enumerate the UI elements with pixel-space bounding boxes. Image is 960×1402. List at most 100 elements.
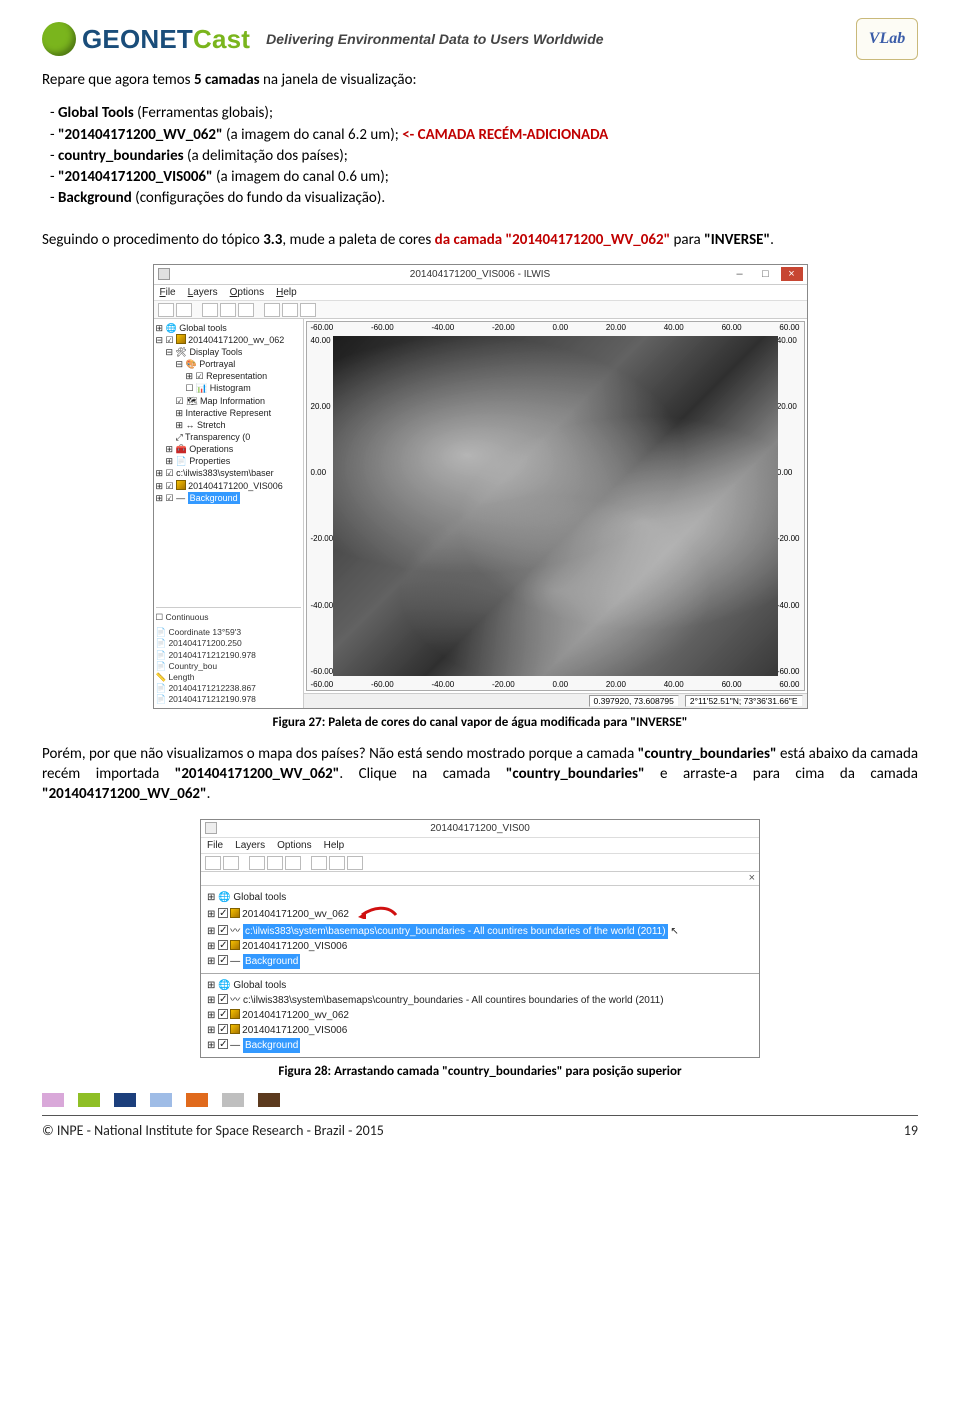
tagline: Delivering Environmental Data to Users W… (266, 31, 603, 47)
tool-icon[interactable] (223, 856, 239, 870)
satellite-image (333, 336, 778, 676)
ilwis-window: 201404171200_VIS006 - ILWIS – □ × File L… (153, 264, 808, 709)
tree-node: ⊞ ☑ Representation (156, 370, 301, 382)
map-canvas[interactable]: -60.00-60.00-40.00-20.000.0020.0040.0060… (306, 321, 805, 691)
menu-file[interactable]: File (207, 840, 223, 851)
swatch-icon (42, 1093, 64, 1107)
ilwis2-toolbar (201, 854, 759, 872)
brand-net: NET (140, 24, 193, 54)
brand-text: GEONETCast (82, 24, 250, 55)
cursor-icon: ↖ (668, 926, 679, 937)
map-panel: -60.00-60.00-40.00-20.000.0020.0040.0060… (304, 319, 807, 708)
tool-icon[interactable] (249, 856, 265, 870)
tool-icon[interactable] (176, 303, 192, 317)
tool-icon[interactable] (220, 303, 236, 317)
menu-options[interactable]: Options (277, 840, 311, 851)
sidebar-info: ☐ Continuous 📄 Coordinate 13°59'3 📄 2014… (156, 607, 301, 704)
close-icon[interactable]: × (749, 872, 755, 884)
tool-icon[interactable] (329, 856, 345, 870)
tree-node: ⊞ Interactive Represent (156, 407, 301, 419)
tool-icon[interactable] (267, 856, 283, 870)
menu-layers[interactable]: Layers (188, 287, 218, 298)
doc-header: GEONETCast Delivering Environmental Data… (42, 18, 918, 60)
tree-node: ☑ 🗺 Map Information (156, 395, 301, 407)
tool-icon[interactable] (282, 303, 298, 317)
color-swatches (42, 1093, 918, 1107)
figure-28-caption: Figura 28: Arrastando camada "country_bo… (42, 1064, 918, 1079)
brand-cast: Cast (193, 24, 250, 54)
status-bar: 0.397920, 73.608795 2°11'52.51"N; 73°36'… (304, 693, 807, 708)
axis-y-left: 40.0020.000.00-20.00-40.00-60.00 (311, 336, 334, 676)
tree-node[interactable]: ⊞ 〰 c:\ilwis383\system\basemaps\country_… (207, 993, 753, 1008)
close-button[interactable]: × (781, 267, 803, 281)
tool-icon[interactable] (347, 856, 363, 870)
tool-icon[interactable] (205, 856, 221, 870)
tree-node[interactable]: ⊞ 201404171200_wv_062 (207, 905, 753, 924)
layer-tree[interactable]: ⊞ 🌐 Global tools ⊟ ☑ 201404171200_wv_062… (156, 322, 301, 504)
tool-icon[interactable] (300, 303, 316, 317)
footer: © INPE - National Institute for Space Re… (42, 1122, 918, 1139)
axis-y-right: 40.0020.000.00-20.00-40.00-60.00 (777, 336, 800, 676)
tree-node[interactable]: ⊞ 201404171200_wv_062 (207, 1008, 753, 1023)
tree-node: ⊞ ☑ 201404171200_VIS006 (156, 480, 301, 492)
footer-rule (42, 1115, 918, 1116)
ilwis-titlebar: 201404171200_VIS006 - ILWIS – □ × (154, 265, 807, 285)
tool-icon[interactable] (158, 303, 174, 317)
swatch-icon (78, 1093, 100, 1107)
swatch-icon (186, 1093, 208, 1107)
tool-icon[interactable] (238, 303, 254, 317)
window-buttons: – □ × (729, 267, 803, 281)
layer-panel-before: ⊞ 🌐 Global tools ⊞ 201404171200_wv_062 ⊞… (201, 886, 759, 1057)
tree-node: ⊟ 🛠 Display Tools (156, 346, 301, 358)
tree-node: ⊞ ☑ c:\ilwis383\system\baser (156, 467, 301, 479)
tool-icon[interactable] (311, 856, 327, 870)
swatch-icon (114, 1093, 136, 1107)
menu-help[interactable]: Help (324, 840, 345, 851)
status-coord-dec: 0.397920, 73.608795 (589, 695, 679, 707)
tree-node[interactable]: ⊞ 201404171200_VIS006 (207, 1023, 753, 1038)
intro-line: Repare que agora temos 5 camadas na jane… (42, 70, 918, 90)
list-item-1: - Global Tools (Ferramentas globais); (50, 103, 918, 123)
menu-help[interactable]: Help (276, 287, 297, 298)
list-item-5: - Background (configurações do fundo da … (50, 188, 918, 208)
tool-icon[interactable] (202, 303, 218, 317)
para-drag: Porém, por que não visualizamos o mapa d… (42, 744, 918, 805)
arrow-icon (358, 905, 398, 924)
tree-node[interactable]: ⊞ 🌐 Global tools (207, 890, 753, 905)
para-proc: Seguindo o procedimento do tópico 3.3, m… (42, 230, 918, 250)
tool-icon[interactable] (264, 303, 280, 317)
swatch-icon (150, 1093, 172, 1107)
ilwis2-menubar: File Layers Options Help (201, 838, 759, 854)
axis-x-bottom: -60.00-60.00-40.00-20.000.0020.0040.0060… (311, 680, 800, 689)
tree-node: ⊟ ☑ 201404171200_wv_062 (156, 334, 301, 346)
ilwis-menubar: File Layers Options Help (154, 285, 807, 301)
brand-geo: GEO (82, 24, 140, 54)
vlab-text: VLab (869, 30, 905, 48)
tree-node-selected[interactable]: ⊞ 〰 c:\ilwis383\system\basemaps\country_… (207, 924, 753, 939)
swatch-icon (222, 1093, 244, 1107)
tree-node[interactable]: ⊞ 201404171200_VIS006 (207, 939, 753, 954)
list-item-3: - country_boundaries (a delimitação dos … (50, 146, 918, 166)
figure-28: 201404171200_VIS00 File Layers Options H… (42, 819, 918, 1079)
menu-file[interactable]: File (160, 287, 176, 298)
minimize-button[interactable]: – (729, 267, 751, 281)
maximize-button[interactable]: □ (755, 267, 777, 281)
tree-node[interactable]: ⊞ — Background (207, 1038, 753, 1053)
copyright: © INPE - National Institute for Space Re… (42, 1122, 384, 1139)
figure-27-caption: Figura 27: Paleta de cores do canal vapo… (42, 715, 918, 730)
tree-node[interactable]: ⊞ 🌐 Global tools (207, 978, 753, 993)
tree-node[interactable]: ⊞ — Background (207, 954, 753, 969)
menu-options[interactable]: Options (230, 287, 264, 298)
list-item-2: - "201404171200_WV_062" (a imagem do can… (50, 125, 918, 145)
window-title: 201404171200_VIS00 (430, 823, 530, 834)
brand: GEONETCast Delivering Environmental Data… (42, 22, 604, 56)
menu-layers[interactable]: Layers (235, 840, 265, 851)
tree-node: ⊞ ↔ Stretch (156, 419, 301, 431)
ilwis2-titlebar: 201404171200_VIS00 (201, 820, 759, 838)
tree-node: ⊞ 🌐 Global tools (156, 322, 301, 334)
app-icon (158, 268, 170, 280)
tree-node: ⊟ 🎨 Portrayal (156, 358, 301, 370)
tool-icon[interactable] (285, 856, 301, 870)
tree-node: ☐ 📊 Histogram (156, 382, 301, 394)
list-item-4: - "201404171200_VIS006" (a imagem do can… (50, 167, 918, 187)
